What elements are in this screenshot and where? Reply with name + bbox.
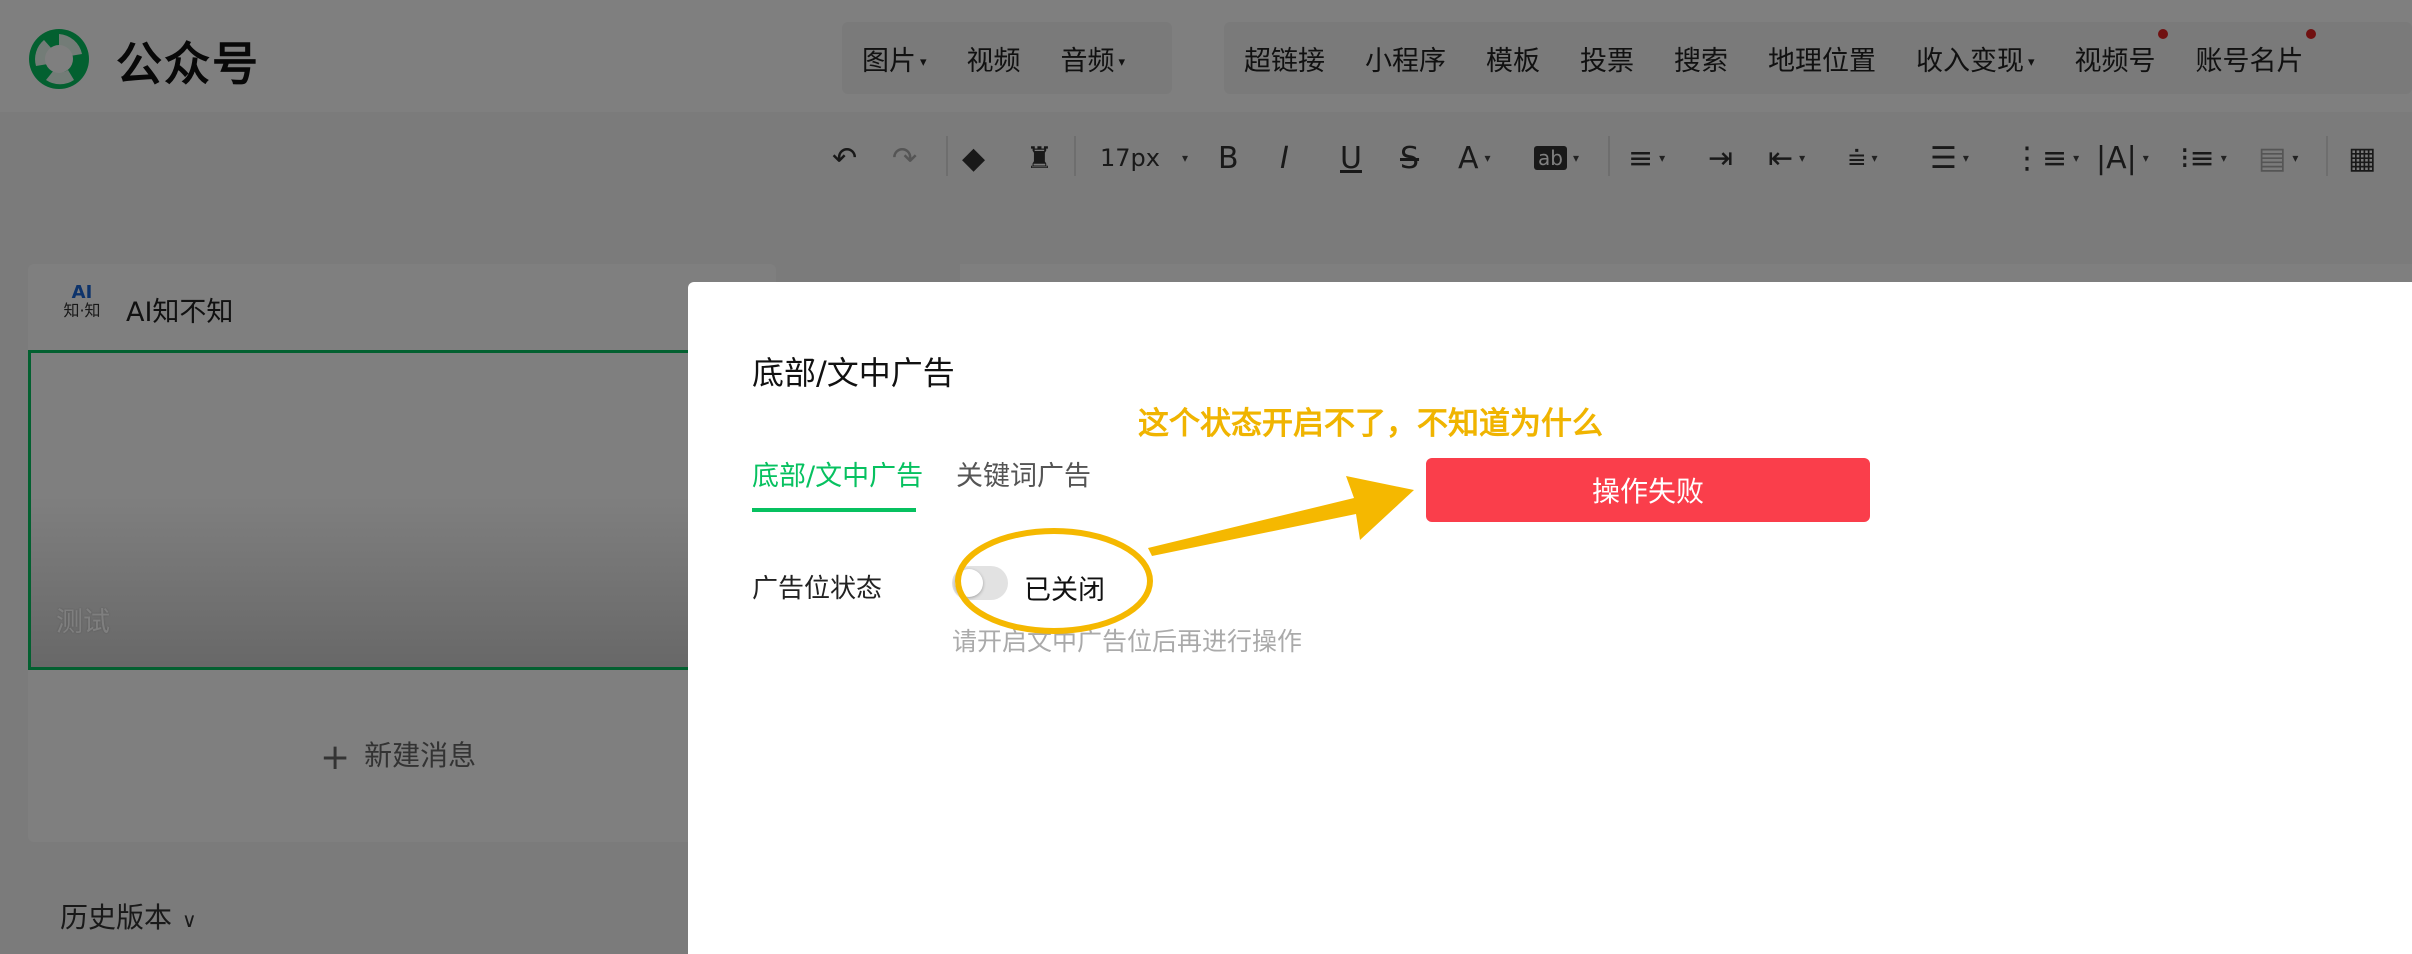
- ad-hint-text: 请开启文中广告位后再进行操作: [952, 627, 1303, 656]
- annotation-note: 这个状态开启不了，不知道为什么: [1138, 406, 1603, 442]
- tab-bottom-inline-ad[interactable]: 底部/文中广告: [752, 454, 923, 493]
- active-tab-indicator: [752, 508, 916, 512]
- error-toast: 操作失败: [1426, 458, 1870, 522]
- ad-status-label: 广告位状态: [752, 574, 883, 604]
- dialog-title: 底部/文中广告: [752, 354, 955, 392]
- tab-keyword-ad[interactable]: 关键词广告: [956, 454, 1091, 493]
- toggle-state-text: 已关闭: [1024, 575, 1105, 606]
- toggle-knob: [955, 569, 983, 597]
